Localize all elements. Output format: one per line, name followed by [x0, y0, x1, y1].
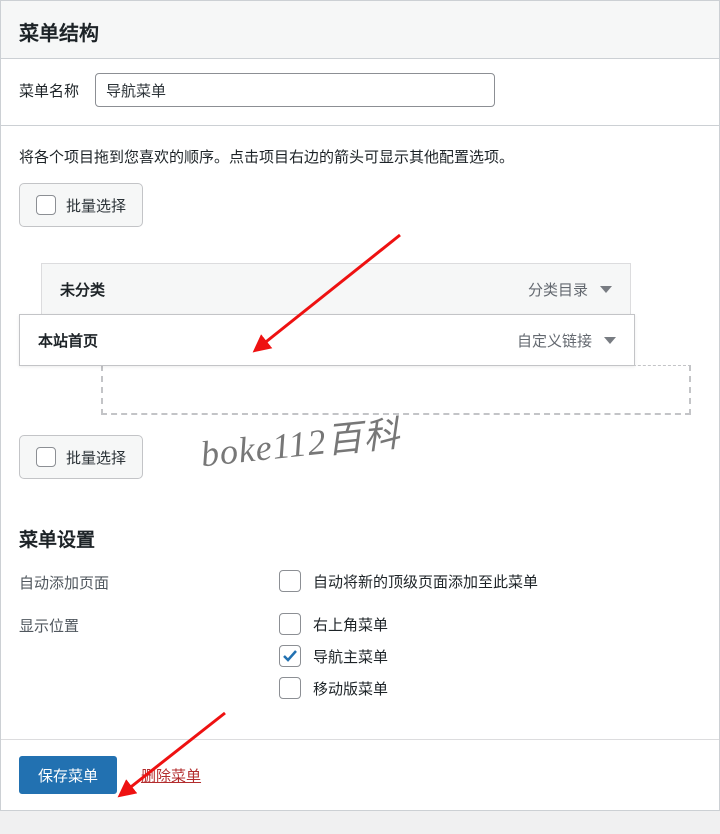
menu-name-row: 菜单名称 — [1, 58, 719, 125]
delete-menu-link[interactable]: 删除菜单 — [141, 765, 201, 786]
location-label: 右上角菜单 — [313, 614, 388, 635]
menu-item-type[interactable]: 自定义链接 — [517, 330, 616, 351]
checkbox-icon — [279, 570, 301, 592]
menu-item-type[interactable]: 分类目录 — [528, 279, 612, 300]
chevron-down-icon — [600, 286, 612, 293]
menu-name-label: 菜单名称 — [19, 80, 79, 101]
auto-add-label: 自动添加页面 — [19, 570, 279, 593]
checkbox-icon — [279, 645, 301, 667]
auto-add-option-label: 自动将新的顶级页面添加至此菜单 — [313, 571, 538, 592]
location-option[interactable]: 移动版菜单 — [279, 677, 388, 699]
bulk-select-bottom-button[interactable]: 批量选择 — [19, 435, 143, 479]
help-text: 将各个项目拖到您喜欢的顺序。点击项目右边的箭头可显示其他配置选项。 — [19, 146, 701, 167]
bulk-select-label: 批量选择 — [66, 447, 126, 468]
menu-item-title: 本站首页 — [38, 330, 98, 351]
chevron-down-icon — [604, 337, 616, 344]
drop-placeholder — [101, 365, 691, 415]
menu-item[interactable]: 未分类 分类目录 — [41, 263, 631, 315]
location-option[interactable]: 右上角菜单 — [279, 613, 388, 635]
checkbox-icon — [36, 447, 56, 467]
checkbox-icon — [279, 613, 301, 635]
settings-title: 菜单设置 — [19, 525, 701, 552]
menu-item[interactable]: 本站首页 自定义链接 — [19, 314, 635, 366]
location-option[interactable]: 导航主菜单 — [279, 645, 388, 667]
bulk-select-top-button[interactable]: 批量选择 — [19, 183, 143, 227]
auto-add-checkbox[interactable]: 自动将新的顶级页面添加至此菜单 — [279, 570, 538, 592]
checkbox-icon — [279, 677, 301, 699]
menu-items-list: 未分类 分类目录 本站首页 自定义链接 — [19, 263, 701, 415]
bulk-select-label: 批量选择 — [66, 195, 126, 216]
checkbox-icon — [36, 195, 56, 215]
menu-item-title: 未分类 — [60, 279, 105, 300]
save-menu-button[interactable]: 保存菜单 — [19, 756, 117, 794]
location-label: 导航主菜单 — [313, 646, 388, 667]
locations-label: 显示位置 — [19, 613, 279, 636]
menu-name-input[interactable] — [95, 73, 495, 107]
location-label: 移动版菜单 — [313, 678, 388, 699]
panel-title: 菜单结构 — [1, 1, 719, 58]
